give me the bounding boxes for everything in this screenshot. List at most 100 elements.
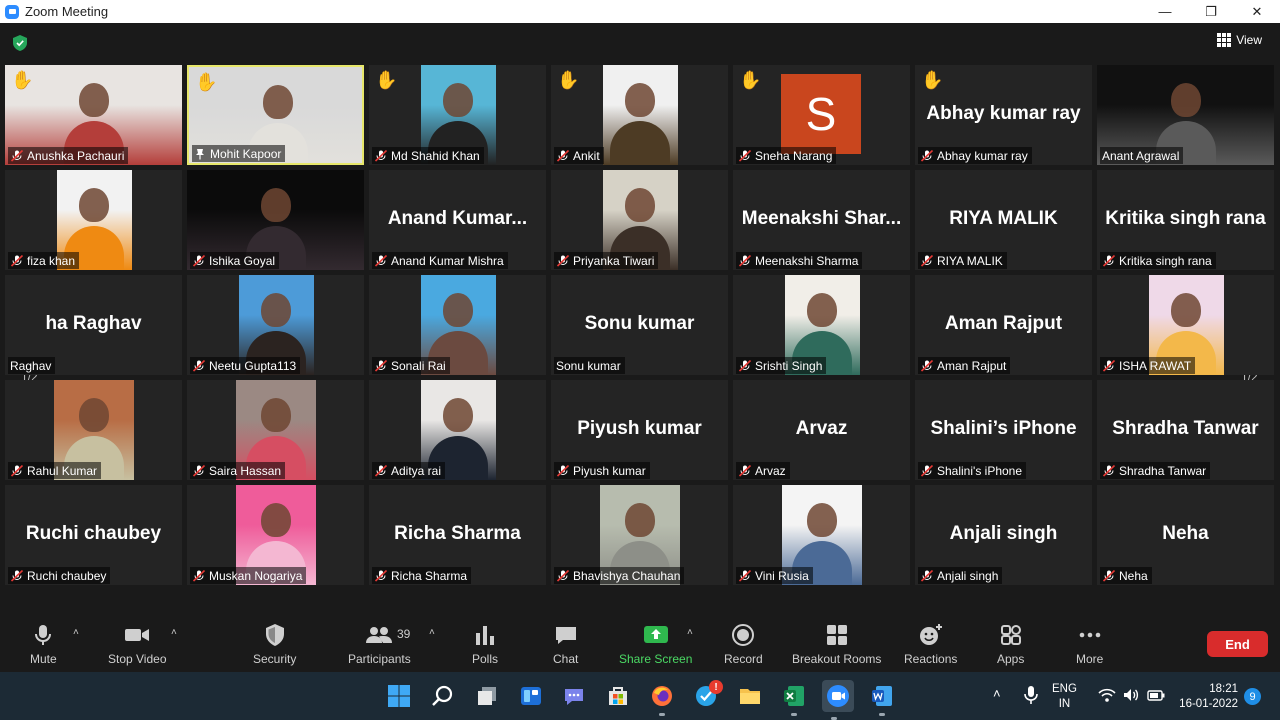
participant-tile[interactable]: Anand Kumar... Anand Kumar Mishra [369, 170, 546, 270]
participant-avatar: S [781, 74, 861, 154]
more-button[interactable]: More [1076, 623, 1103, 666]
video-options-caret[interactable]: ˄ [171, 627, 177, 638]
participant-tile[interactable]: ✋ Anushka Pachauri [5, 65, 182, 165]
participant-name-label: Neha [1100, 567, 1152, 584]
widgets-icon[interactable] [519, 684, 543, 708]
participant-name-label: Abhay kumar ray [918, 147, 1032, 164]
participant-tile[interactable]: Aditya rai [369, 380, 546, 480]
end-meeting-button[interactable]: End [1207, 631, 1268, 657]
clock[interactable]: 18:21 16-01-2022 [1176, 682, 1238, 712]
participant-tile[interactable]: Sonali Rai [369, 275, 546, 375]
input-language[interactable]: ENG IN [1052, 682, 1077, 712]
participant-tile[interactable]: ✋ Ankit [551, 65, 728, 165]
view-button[interactable]: View [1217, 33, 1262, 47]
participant-tile[interactable]: Priyanka Tiwari [551, 170, 728, 270]
share-screen-button[interactable]: Share Screen [619, 623, 692, 666]
apps-button[interactable]: Apps [997, 623, 1024, 666]
reactions-label: Reactions [904, 652, 958, 666]
muted-mic-icon [738, 149, 752, 162]
share-options-caret[interactable]: ˄ [687, 627, 693, 638]
teams-chat-icon[interactable] [562, 684, 586, 708]
participant-tile[interactable]: Rahul Kumar [5, 380, 182, 480]
record-button[interactable]: Record [724, 623, 763, 666]
participant-silhouette [443, 398, 473, 432]
participant-tile[interactable]: Bhavishya Chauhan [551, 485, 728, 585]
participant-name: Vini Rusia [755, 568, 809, 583]
participant-tile[interactable]: Srishti Singh [733, 275, 910, 375]
participant-tile[interactable]: ✋ Md Shahid Khan [369, 65, 546, 165]
muted-mic-icon [920, 569, 934, 582]
mute-label: Mute [30, 652, 57, 666]
participant-name: RIYA MALIK [937, 253, 1003, 268]
firefox-icon[interactable] [650, 684, 674, 716]
word-icon[interactable] [870, 684, 894, 716]
microsoft-store-icon[interactable] [606, 684, 630, 708]
participant-tile[interactable]: Abhay kumar ray ✋ Abhay kumar ray [915, 65, 1092, 165]
participants-options-caret[interactable]: ˄ [429, 627, 435, 638]
participant-tile[interactable]: Aman Rajput Aman Rajput [915, 275, 1092, 375]
participant-name: Sonali Rai [391, 358, 446, 373]
participant-tile[interactable]: S ✋ Sneha Narang [733, 65, 910, 165]
participant-name-label: Mohit Kapoor [192, 145, 286, 162]
participant-tile[interactable]: ISHA RAWAT [1097, 275, 1274, 375]
participant-tile[interactable]: RIYA MALIK RIYA MALIK [915, 170, 1092, 270]
participant-tile[interactable]: Shradha Tanwar Shradha Tanwar [1097, 380, 1274, 480]
participant-tile[interactable]: Anant Agrawal [1097, 65, 1274, 165]
participant-tile[interactable]: Piyush kumar Piyush kumar [551, 380, 728, 480]
security-shield-icon[interactable] [13, 35, 27, 51]
excel-icon[interactable] [782, 684, 806, 716]
volume-icon[interactable] [1122, 686, 1140, 704]
reactions-button[interactable]: Reactions [904, 623, 957, 666]
battery-icon[interactable] [1146, 686, 1166, 704]
participant-tile[interactable]: ✋ Mohit Kapoor [187, 65, 364, 165]
security-button[interactable]: Security [253, 623, 296, 666]
participant-tile[interactable]: Muskan Nogariya [187, 485, 364, 585]
participant-tile[interactable]: Vini Rusia [733, 485, 910, 585]
participant-name: Anushka Pachauri [27, 148, 125, 163]
zoom-logo-icon [5, 4, 19, 19]
participant-tile[interactable]: Kritika singh rana Kritika singh rana [1097, 170, 1274, 270]
participant-tile[interactable]: Richa Sharma Richa Sharma [369, 485, 546, 585]
task-view-icon[interactable] [475, 684, 499, 708]
participant-tile[interactable]: Sonu kumar Sonu kumar [551, 275, 728, 375]
participant-display-name: Abhay kumar ray [926, 103, 1081, 124]
audio-options-caret[interactable]: ˄ [73, 627, 79, 638]
polls-button[interactable]: Polls [472, 623, 498, 666]
participant-name-label: Kritika singh rana [1100, 252, 1216, 269]
participant-tile[interactable]: Ishika Goyal [187, 170, 364, 270]
participant-name: fiza khan [27, 253, 76, 268]
windows-start-icon[interactable] [387, 684, 411, 708]
participant-tile[interactable]: Shalini’s iPhone Shalini's iPhone [915, 380, 1092, 480]
search-icon[interactable] [431, 684, 455, 708]
notification-count-badge[interactable]: 9 [1244, 688, 1261, 705]
participant-name-label: Aman Rajput [918, 357, 1011, 374]
file-explorer-icon[interactable] [738, 684, 762, 708]
maximize-button[interactable]: ❐ [1188, 0, 1234, 23]
stop-video-button[interactable]: Stop Video [108, 623, 167, 666]
show-hidden-icons-chevron-icon[interactable]: ˄ [993, 686, 1001, 701]
participant-tile[interactable]: Anjali singh Anjali singh [915, 485, 1092, 585]
minimize-button[interactable]: — [1142, 0, 1188, 23]
stop-video-label: Stop Video [108, 652, 167, 666]
participant-tile[interactable]: Arvaz Arvaz [733, 380, 910, 480]
participant-tile[interactable]: Ruchi chaubey Ruchi chaubey [5, 485, 182, 585]
close-button[interactable]: ✕ [1234, 0, 1280, 23]
participant-name: Ruchi chaubey [27, 568, 107, 583]
participant-tile[interactable]: Saira Hassan [187, 380, 364, 480]
participant-tile[interactable]: ha Raghav Raghav [5, 275, 182, 375]
wifi-icon[interactable] [1098, 686, 1116, 704]
muted-mic-icon [920, 464, 934, 477]
breakout-rooms-button[interactable]: Breakout Rooms [792, 623, 881, 666]
muted-mic-icon [1102, 254, 1116, 267]
chat-button[interactable]: Chat [553, 623, 578, 666]
participant-tile[interactable]: Meenakshi Shar... Meenakshi Sharma [733, 170, 910, 270]
participant-tile[interactable]: Neetu Gupta113 [187, 275, 364, 375]
microphone-in-use-icon[interactable] [1022, 685, 1040, 705]
muted-mic-icon [738, 464, 752, 477]
participant-tile[interactable]: fiza khan [5, 170, 182, 270]
muted-mic-icon [10, 254, 24, 267]
participant-tile[interactable]: Neha Neha [1097, 485, 1274, 585]
participant-name: Neha [1119, 568, 1148, 583]
mute-button[interactable]: Mute [30, 623, 57, 666]
zoom-taskbar-icon[interactable] [822, 680, 854, 720]
